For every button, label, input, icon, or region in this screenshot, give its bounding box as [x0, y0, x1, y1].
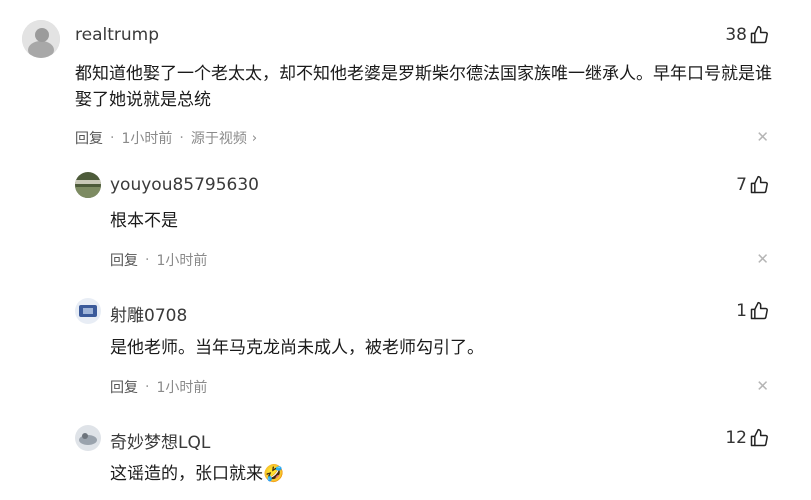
- comment-text: 都知道他娶了一个老太太，却不知他老婆是罗斯柴尔德法国家族唯一继承人。早年口号就是…: [75, 64, 772, 110]
- comment-text: 是他老师。当年马克龙尚未成人，被老师勾引了。: [110, 338, 484, 358]
- close-icon[interactable]: ✕: [756, 250, 769, 268]
- like-count: 38: [725, 25, 747, 45]
- comment-time: 1小时前: [156, 380, 208, 396]
- separator-dot: ·: [179, 130, 184, 146]
- comment-meta: 回复 · 1小时前 · 源于视频 ›: [75, 128, 257, 148]
- comment-username[interactable]: youyou85795630: [110, 175, 259, 195]
- avatar[interactable]: [75, 172, 101, 198]
- like-button[interactable]: 1: [736, 301, 769, 321]
- avatar[interactable]: [22, 20, 60, 58]
- source-link[interactable]: 源于视频: [191, 128, 247, 148]
- like-button[interactable]: 7: [736, 175, 769, 195]
- comment-meta: 回复 · 1小时前: [110, 377, 207, 397]
- like-count: 7: [736, 175, 747, 195]
- comment-time: 1小时前: [156, 253, 208, 269]
- comment-time: 1小时前: [121, 131, 173, 147]
- comment-text: 这谣造的，张口就来🤣: [110, 464, 285, 484]
- thumbs-up-icon: [750, 301, 768, 320]
- reply-button[interactable]: 回复: [110, 377, 138, 397]
- thumbs-up-icon: [750, 428, 768, 447]
- avatar-image: [75, 425, 101, 451]
- separator-dot: ·: [145, 252, 150, 268]
- separator-dot: ·: [110, 130, 115, 146]
- avatar[interactable]: [75, 298, 101, 324]
- reply-button[interactable]: 回复: [75, 128, 103, 148]
- like-button[interactable]: 38: [725, 25, 769, 45]
- comment-username[interactable]: 奇妙梦想LQL: [110, 428, 210, 453]
- reply-button[interactable]: 回复: [110, 250, 138, 270]
- comment-username[interactable]: 射雕0708: [110, 301, 187, 326]
- like-count: 12: [725, 428, 747, 448]
- separator-dot: ·: [145, 379, 150, 395]
- avatar-image: [22, 20, 60, 58]
- comment-text: 根本不是: [110, 211, 178, 231]
- comment-meta: 回复 · 1小时前: [110, 250, 207, 270]
- avatar-image: [75, 298, 101, 324]
- like-button[interactable]: 12: [725, 428, 769, 448]
- comment-username[interactable]: realtrump: [75, 25, 159, 45]
- like-count: 1: [736, 301, 747, 321]
- thumbs-up-icon: [750, 175, 768, 194]
- avatar-image: [75, 172, 101, 198]
- thumbs-up-icon: [750, 25, 768, 44]
- chevron-right-icon: ›: [251, 130, 258, 146]
- close-icon[interactable]: ✕: [756, 128, 769, 146]
- avatar[interactable]: [75, 425, 101, 451]
- close-icon[interactable]: ✕: [756, 377, 769, 395]
